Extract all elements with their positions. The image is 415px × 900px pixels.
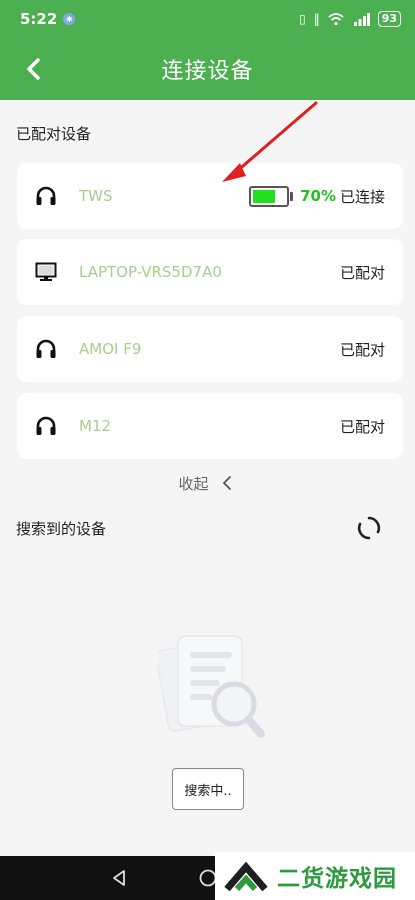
watermark-text: 二货游戏园 — [277, 866, 397, 892]
headphones-icon — [33, 413, 59, 439]
device-status: 已配对 — [339, 417, 385, 436]
watermark-logo-icon — [224, 861, 268, 892]
chevron-left-icon — [222, 476, 231, 490]
nav-back-icon[interactable] — [109, 868, 129, 888]
device-name: M12 — [79, 417, 112, 435]
headphones-icon — [33, 336, 59, 362]
monitor-icon — [33, 259, 59, 285]
device-card-amoi[interactable]: AMOI F9 已配对 — [17, 316, 403, 382]
hd-icon: ‖ — [313, 12, 320, 26]
bluetooth-icon: ✱ — [63, 13, 76, 25]
wifi-icon — [328, 12, 344, 25]
signal-icon — [353, 12, 370, 26]
back-button[interactable] — [18, 54, 48, 84]
device-card-m12[interactable]: M12 已配对 — [17, 393, 403, 459]
device-name: LAPTOP-VRS5D7A0 — [79, 263, 222, 281]
battery-gauge — [249, 185, 290, 207]
page-title: 连接设备 — [161, 59, 254, 84]
vibrate-icon: ▯ — [299, 12, 306, 26]
status-time: 5:22 — [20, 10, 58, 28]
paired-devices-label: 已配对设备 — [16, 125, 92, 143]
device-battery — [249, 185, 294, 207]
collapse-button[interactable]: 收起 — [0, 470, 415, 496]
searched-devices-label: 搜索到的设备 — [16, 520, 107, 538]
battery-fill — [253, 189, 276, 203]
device-name: TWS — [79, 187, 113, 205]
watermark: 二货游戏园 — [215, 852, 415, 900]
device-status: 已连接 — [339, 187, 385, 206]
collapse-label: 收起 — [178, 474, 209, 493]
chevron-left-icon — [27, 58, 40, 80]
battery-tip — [290, 191, 294, 201]
status-battery: 93 — [377, 11, 401, 27]
status-bar: 5:22 ✱ ▯ ‖ 93 — [0, 0, 415, 38]
app-header: 连接设备 — [0, 38, 415, 100]
battery-percent: 70% — [300, 187, 336, 205]
refresh-icon[interactable] — [356, 515, 382, 541]
device-status: 已配对 — [339, 340, 385, 359]
device-name: AMOI F9 — [79, 340, 142, 358]
search-document-illustration-icon — [158, 635, 265, 738]
status-icons: ▯ ‖ 93 — [299, 11, 401, 27]
device-card-tws[interactable]: TWS 70% 已连接 — [17, 163, 403, 229]
device-card-laptop[interactable]: LAPTOP-VRS5D7A0 已配对 — [17, 239, 403, 305]
searching-button[interactable]: 搜索中.. — [172, 768, 244, 810]
device-status: 已配对 — [339, 263, 385, 282]
headphones-icon — [33, 183, 59, 209]
